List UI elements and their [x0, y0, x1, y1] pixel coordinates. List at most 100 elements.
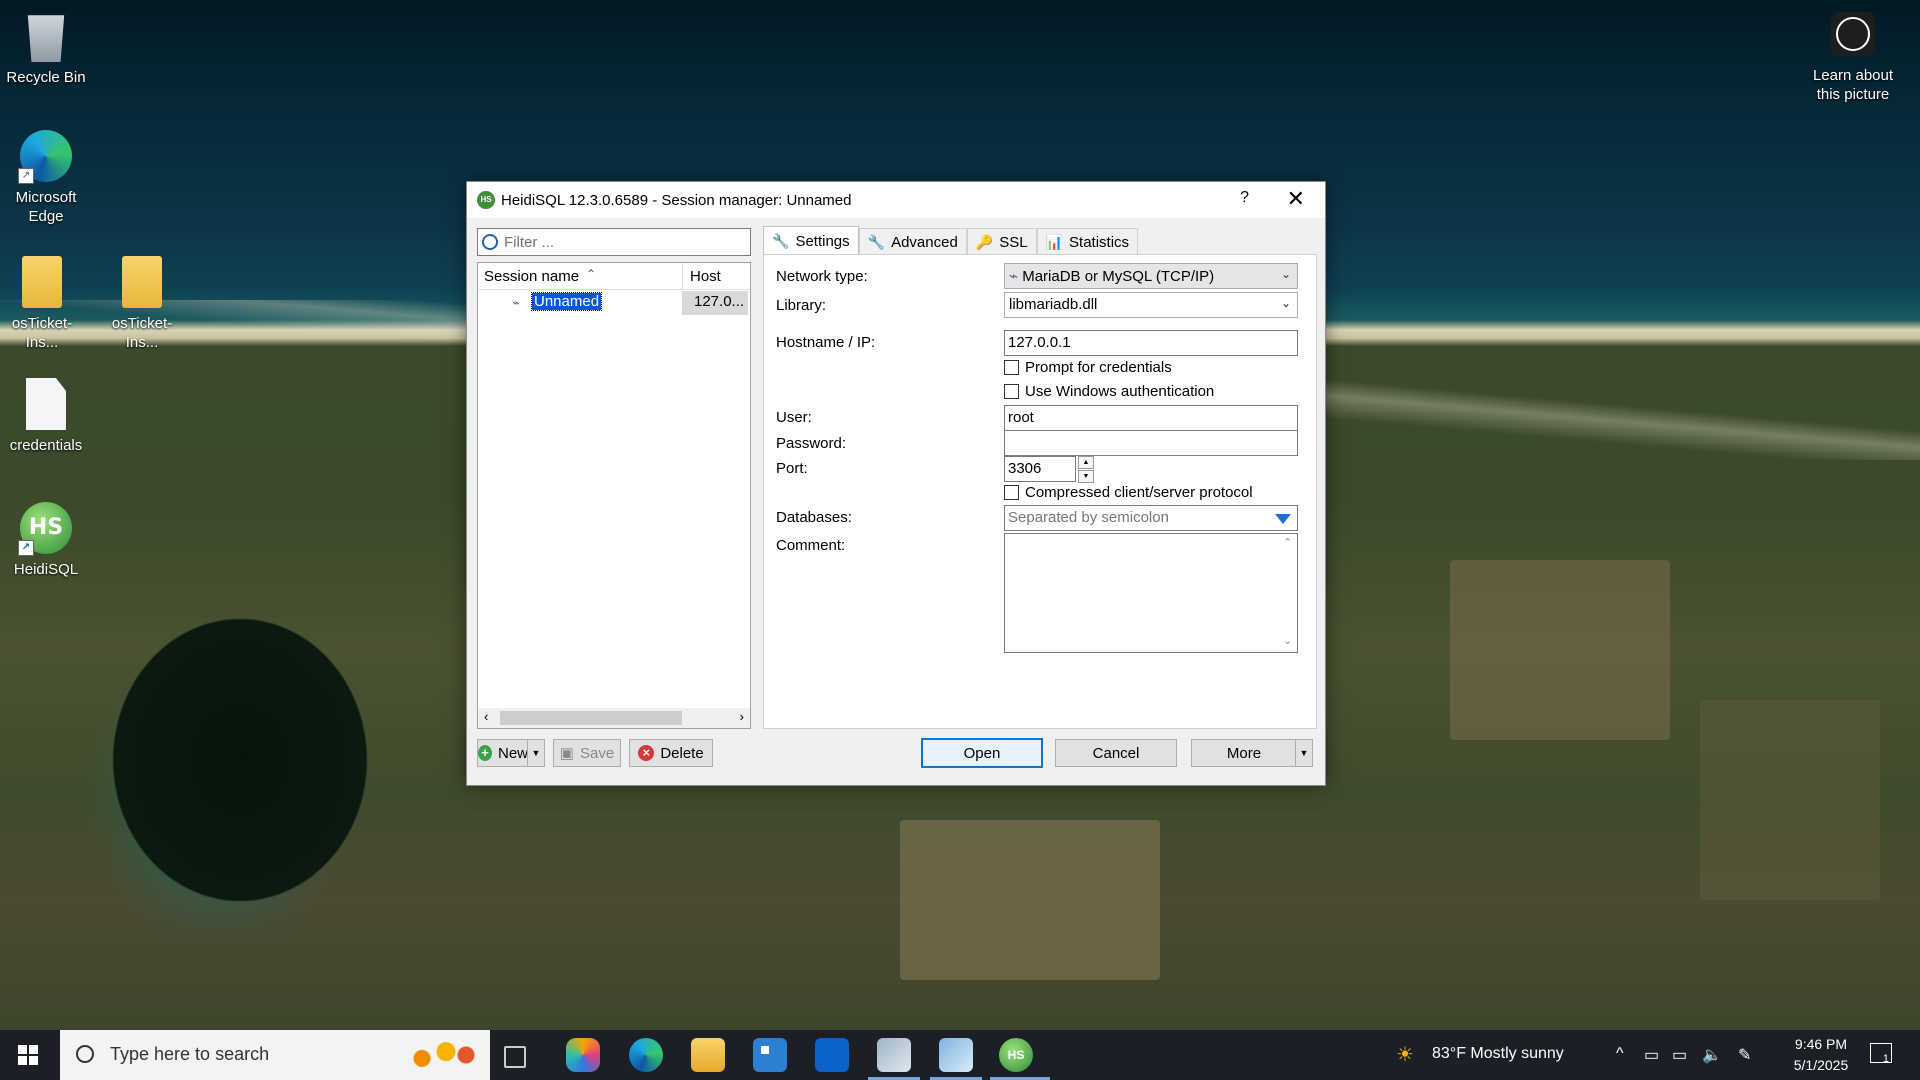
tab-label: Statistics [1069, 233, 1130, 251]
bar-chart-icon: 📊 [1045, 233, 1064, 250]
comment-textarea[interactable]: ⌃ ⌄ [1004, 533, 1298, 653]
tab-statistics[interactable]: 📊 Statistics [1036, 228, 1139, 255]
desktop-icon-label: Microsoft Edge [15, 189, 77, 225]
prompt-credentials-checkbox[interactable]: Prompt for credentials [1004, 359, 1172, 376]
weather-icon[interactable]: ☀ [1396, 1042, 1414, 1067]
volume-icon[interactable]: 🔈 [1702, 1045, 1722, 1065]
scroll-down-icon[interactable]: ⌄ [1283, 634, 1292, 647]
spin-down-icon[interactable]: ▼ [1078, 470, 1094, 483]
network-type-select[interactable]: ⌁ MariaDB or MySQL (TCP/IP) ⌄ [1004, 263, 1298, 289]
terrain-patch [1450, 560, 1670, 740]
learn-about-label: Learn about this picture [1812, 67, 1894, 103]
cancel-button[interactable]: Cancel [1055, 739, 1177, 767]
dropdown-arrow-icon[interactable]: ▼ [1295, 740, 1312, 766]
dolphin-icon: ⌁ [1009, 268, 1019, 285]
clock[interactable]: 9:46 PM 5/1/2025 [1776, 1034, 1866, 1076]
recycle-bin-icon [27, 15, 65, 62]
library-select[interactable]: libmariadb.dll ⌄ [1004, 292, 1298, 318]
port-value: 3306 [1008, 460, 1042, 477]
vertical-scrollbar[interactable]: ⌃ ⌄ [1280, 534, 1297, 652]
desktop-icon-credentials[interactable]: credentials [0, 378, 92, 455]
column-header-host[interactable]: Host [690, 268, 721, 285]
help-button[interactable]: ? [1240, 189, 1249, 207]
dropdown-arrow-icon[interactable] [1275, 514, 1291, 524]
scroll-up-icon[interactable]: ⌃ [1283, 536, 1292, 549]
button-label: Open [963, 744, 1001, 762]
tab-strip: 🔧 Settings 🔧 Advanced 🔑 SSL 📊 Statistics [763, 226, 1139, 255]
user-label: User: [776, 409, 812, 426]
open-button[interactable]: Open [921, 738, 1043, 768]
chevron-down-icon: ⌄ [1280, 296, 1291, 310]
microsoft-store-icon[interactable] [753, 1038, 787, 1072]
dropdown-arrow-icon[interactable]: ▼ [527, 740, 544, 766]
title-bar[interactable]: HS HeidiSQL 12.3.0.6589 - Session manage… [467, 182, 1325, 218]
compressed-protocol-checkbox[interactable]: Compressed client/server protocol [1004, 484, 1253, 501]
tab-advanced[interactable]: 🔧 Advanced [858, 228, 967, 255]
heidisql-icon[interactable]: HS [999, 1038, 1033, 1072]
task-view-icon[interactable] [504, 1046, 526, 1068]
checkbox-box[interactable] [1004, 384, 1019, 399]
new-button[interactable]: + New ▼ [477, 739, 545, 767]
checkbox-box[interactable] [1004, 485, 1019, 500]
save-button[interactable]: ▣ Save [553, 739, 621, 767]
network-icon[interactable]: ▭ [1672, 1045, 1687, 1065]
sort-ascending-icon: ⌃ [586, 267, 597, 281]
notifications-icon[interactable]: 1 [1870, 1043, 1892, 1065]
windows-start-icon[interactable] [18, 1045, 38, 1065]
port-input[interactable]: 3306 [1004, 456, 1076, 482]
weather-text[interactable]: 83°F Mostly sunny [1432, 1045, 1564, 1063]
taskbar: Type here to search HS ☀ 83°F Mostly sun… [0, 1030, 1920, 1080]
dolphin-icon: ⌁ [512, 295, 520, 310]
user-input[interactable]: root [1004, 405, 1298, 431]
button-label: Delete [660, 744, 704, 762]
hostname-input[interactable]: 127.0.0.1 [1004, 330, 1298, 356]
desktop-icon-label: credentials [9, 437, 83, 454]
desktop-icon-osticket-1[interactable]: osTicket-Ins... [0, 256, 88, 352]
heidisql-app-icon: HS [477, 191, 495, 209]
horizontal-scrollbar[interactable]: ‹ › [478, 708, 750, 728]
notepad-icon[interactable] [939, 1038, 973, 1072]
delete-button[interactable]: × Delete [629, 739, 713, 767]
session-row[interactable]: ⌁ Unnamed 127.0... [478, 291, 750, 315]
spin-up-icon[interactable]: ▲ [1078, 456, 1094, 469]
filter-input[interactable] [502, 231, 746, 253]
terrain-patch [900, 820, 1160, 980]
file-explorer-icon[interactable] [691, 1038, 725, 1072]
desktop-icon-edge[interactable]: ↗ Microsoft Edge [0, 130, 92, 226]
desktop-icon-recycle-bin[interactable]: Recycle Bin [0, 10, 92, 87]
tab-settings[interactable]: 🔧 Settings [763, 226, 859, 255]
comment-label: Comment: [776, 537, 846, 554]
outlook-icon[interactable] [815, 1038, 849, 1072]
desktop-icon-osticket-2[interactable]: osTicket-Ins... [96, 256, 188, 352]
camera-icon[interactable]: ▭ [1644, 1045, 1659, 1065]
notification-count: 1 [1882, 1053, 1889, 1065]
session-list[interactable]: Session name ⌃ Host ⌁ Unnamed 127.0... ‹… [477, 262, 751, 729]
network-type-label: Network type: [776, 268, 868, 285]
taskbar-search[interactable]: Type here to search [60, 1030, 490, 1080]
server-manager-icon[interactable] [877, 1038, 911, 1072]
checkbox-box[interactable] [1004, 360, 1019, 375]
button-label: New [497, 744, 528, 762]
pen-icon[interactable]: ✎ [1738, 1045, 1751, 1065]
session-name[interactable]: Unnamed [530, 292, 603, 311]
scroll-right-icon[interactable]: › [740, 709, 744, 724]
tab-ssl[interactable]: 🔑 SSL [966, 228, 1037, 255]
column-header-session-name[interactable]: Session name [484, 268, 579, 285]
scrollbar-thumb[interactable] [500, 711, 682, 725]
more-button[interactable]: More ▼ [1191, 739, 1313, 767]
show-hidden-icons-icon[interactable]: ^ [1616, 1045, 1624, 1063]
edge-icon[interactable] [629, 1038, 663, 1072]
learn-about-picture[interactable]: Learn about this picture [1800, 12, 1906, 104]
windows-auth-checkbox[interactable]: Use Windows authentication [1004, 383, 1214, 400]
tab-label: Settings [795, 232, 850, 250]
tab-label: SSL [999, 233, 1028, 251]
databases-select[interactable]: Separated by semicolon [1004, 505, 1298, 531]
search-icon [76, 1045, 94, 1063]
copilot-icon[interactable] [566, 1038, 600, 1072]
port-stepper[interactable]: ▲ ▼ [1078, 456, 1094, 483]
scroll-left-icon[interactable]: ‹ [484, 709, 488, 724]
desktop-icon-heidisql[interactable]: HS ↗ HeidiSQL [0, 502, 92, 579]
password-input[interactable] [1004, 430, 1298, 456]
checkbox-label: Prompt for credentials [1025, 359, 1172, 376]
close-button[interactable]: ✕ [1287, 186, 1305, 212]
